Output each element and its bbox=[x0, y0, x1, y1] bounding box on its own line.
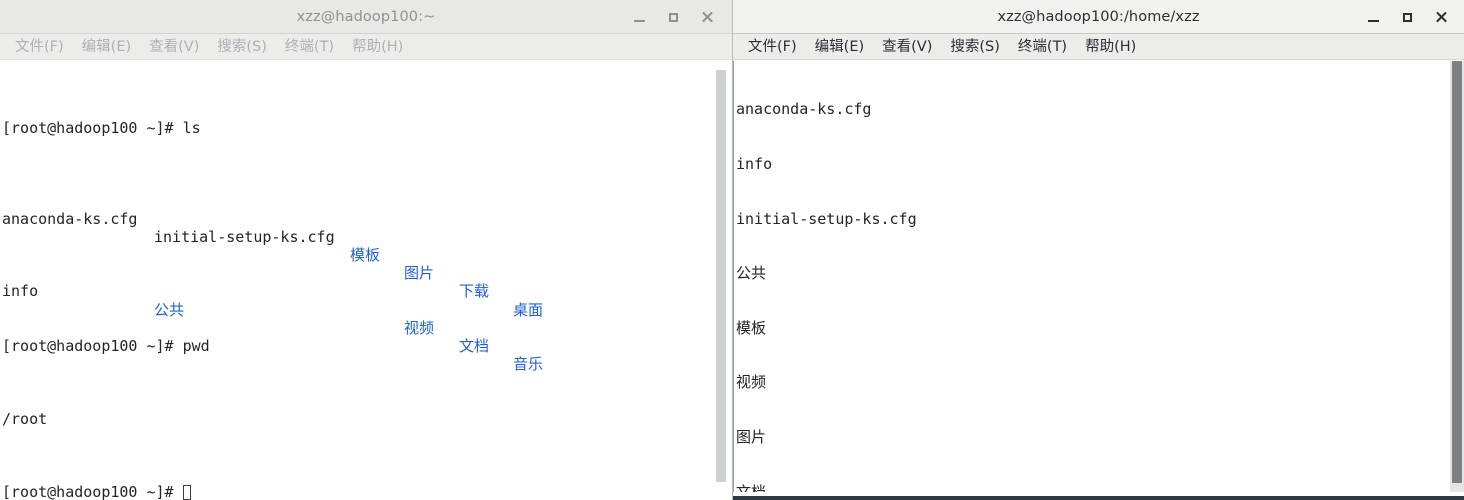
menu-item-help-right[interactable]: 帮助(H) bbox=[1076, 34, 1145, 60]
ls-entry: initial-setup-ks.cfg bbox=[154, 227, 335, 246]
titlebar-left[interactable]: xzz@hadoop100:~ bbox=[0, 0, 732, 34]
terminal-line: info bbox=[736, 155, 773, 173]
menu-item-search-right[interactable]: 搜索(S) bbox=[941, 34, 1009, 60]
terminal-line: 图片 bbox=[736, 427, 767, 446]
terminal-line: [root@hadoop100 ~]# ls bbox=[2, 119, 732, 137]
terminal-line: anaconda-ks.cfg initial-setup-ks.cfg 模板 … bbox=[2, 191, 732, 319]
ls-entry-dir: 桌面 bbox=[513, 300, 544, 319]
ls-entry-dir: 文档 bbox=[459, 337, 490, 356]
terminal-line: 视频 bbox=[736, 373, 767, 392]
menu-item-terminal-right[interactable]: 终端(T) bbox=[1009, 34, 1076, 60]
scrollbar-thumb-left[interactable] bbox=[716, 69, 726, 483]
terminal-line: 公共 bbox=[736, 264, 767, 283]
ls-entry-dir: 公共 bbox=[154, 300, 185, 319]
minimize-button-left[interactable] bbox=[622, 0, 656, 34]
menu-item-terminal-left[interactable]: 终端(T) bbox=[276, 34, 343, 60]
scrollbar-right[interactable] bbox=[1450, 61, 1464, 492]
maximize-button-left[interactable] bbox=[656, 0, 690, 34]
minimize-button-right[interactable] bbox=[1356, 0, 1390, 34]
terminal-line: /root bbox=[2, 409, 48, 428]
titlebar-right[interactable]: xzz@hadoop100:/home/xzz bbox=[733, 0, 1464, 34]
menubar-right: 文件(F) 编辑(E) 查看(V) 搜索(S) 终端(T) 帮助(H) bbox=[733, 34, 1464, 60]
terminal-line: 模板 bbox=[736, 318, 767, 337]
terminal-line: info 公共 视频 文档 音乐 bbox=[2, 264, 732, 373]
window-controls-right bbox=[1356, 0, 1458, 34]
ls-entry: anaconda-ks.cfg bbox=[2, 209, 138, 228]
scrollbar-thumb-right[interactable] bbox=[1452, 61, 1462, 484]
scrollbar-left[interactable] bbox=[714, 61, 728, 500]
text-cursor bbox=[182, 484, 191, 500]
terminal-output-right[interactable]: anaconda-ks.cfg info initial-setup-ks.cf… bbox=[733, 61, 1464, 492]
close-button-left[interactable] bbox=[690, 0, 724, 34]
terminal-line: anaconda-ks.cfg bbox=[736, 100, 872, 119]
menubar-left: 文件(F) 编辑(E) 查看(V) 搜索(S) 终端(T) 帮助(H) bbox=[0, 34, 732, 60]
maximize-button-right[interactable] bbox=[1390, 0, 1424, 34]
menu-item-view-right[interactable]: 查看(V) bbox=[873, 34, 941, 60]
terminal-line: initial-setup-ks.cfg bbox=[736, 209, 917, 228]
ls-entry-dir: 音乐 bbox=[513, 355, 544, 374]
menu-item-file-right[interactable]: 文件(F) bbox=[739, 34, 806, 60]
window-controls-left bbox=[622, 0, 724, 34]
desktop: xzz@hadoop100:~ 文件(F) 编辑(E) 查看(V) 搜索(S) … bbox=[0, 0, 1464, 500]
terminal-window-right[interactable]: xzz@hadoop100:/home/xzz 文件(F) 编辑(E) 查看(V… bbox=[733, 0, 1464, 500]
minimize-icon bbox=[1367, 19, 1379, 22]
terminal-line: [root@hadoop100 ~]# bbox=[2, 483, 732, 500]
close-icon bbox=[701, 11, 713, 23]
ls-entry-dir: 下载 bbox=[459, 282, 490, 301]
terminal-output-left[interactable]: [root@hadoop100 ~]# ls anaconda-ks.cfg i… bbox=[0, 61, 732, 500]
menu-item-edit-right[interactable]: 编辑(E) bbox=[806, 34, 873, 60]
menu-item-edit-left[interactable]: 编辑(E) bbox=[73, 34, 140, 60]
ls-entry: info bbox=[2, 282, 39, 301]
window-title-left: xzz@hadoop100:~ bbox=[296, 8, 436, 25]
window-title-right: xzz@hadoop100:/home/xzz bbox=[997, 8, 1200, 25]
close-icon bbox=[1435, 11, 1447, 23]
close-button-right[interactable] bbox=[1424, 0, 1458, 34]
terminal-line: 文档 bbox=[736, 482, 767, 492]
menu-item-help-left[interactable]: 帮助(H) bbox=[343, 34, 412, 60]
ls-entry-dir: 视频 bbox=[404, 318, 435, 337]
shell-command: ls bbox=[182, 118, 201, 137]
terminal-line: [root@hadoop100 ~]# pwd bbox=[2, 337, 732, 355]
menu-item-file-left[interactable]: 文件(F) bbox=[6, 34, 73, 60]
shell-prompt: [root@hadoop100 ~]# bbox=[2, 118, 183, 137]
menu-item-view-left[interactable]: 查看(V) bbox=[140, 34, 208, 60]
shell-command: pwd bbox=[182, 337, 210, 355]
terminal-window-left[interactable]: xzz@hadoop100:~ 文件(F) 编辑(E) 查看(V) 搜索(S) … bbox=[0, 0, 733, 500]
maximize-icon bbox=[1402, 12, 1412, 22]
ls-entry-dir: 模板 bbox=[350, 246, 381, 265]
minimize-icon bbox=[633, 19, 645, 22]
shell-prompt: [root@hadoop100 ~]# bbox=[2, 482, 183, 500]
maximize-icon bbox=[668, 12, 678, 22]
menu-item-search-left[interactable]: 搜索(S) bbox=[208, 34, 276, 60]
